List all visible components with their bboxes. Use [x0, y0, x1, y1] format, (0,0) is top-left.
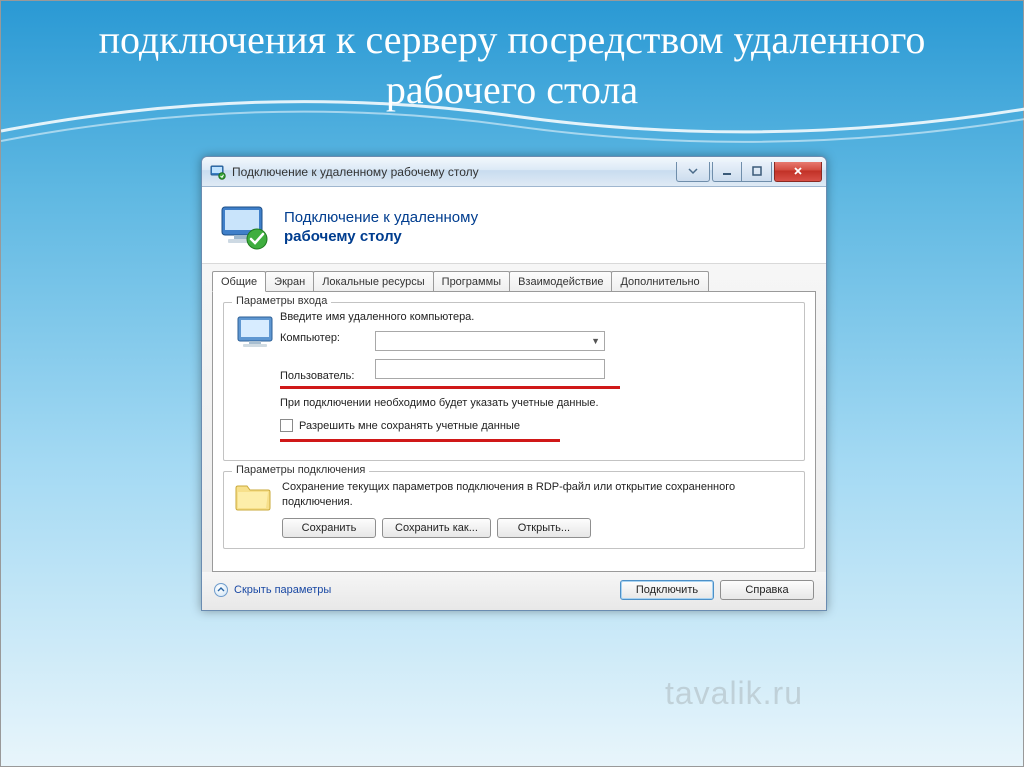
- close-button[interactable]: [774, 162, 822, 182]
- hide-params-link[interactable]: Скрыть параметры: [214, 583, 331, 597]
- rdp-logo-icon: [218, 201, 270, 253]
- maximize-button[interactable]: [742, 162, 772, 182]
- chevron-down-icon: ▼: [591, 336, 600, 346]
- remember-label: Разрешить мне сохранять учетные данные: [299, 420, 520, 432]
- close-icon: [791, 165, 805, 177]
- header-text: Подключение к удаленному рабочему столу: [284, 208, 478, 247]
- user-input[interactable]: [375, 359, 605, 379]
- save-as-button[interactable]: Сохранить как...: [382, 518, 491, 538]
- computer-combobox[interactable]: ▼: [375, 331, 605, 351]
- connection-legend: Параметры подключения: [232, 464, 369, 476]
- tab-body-general: Параметры входа Введите имя удаленного: [212, 291, 816, 572]
- header-line2: рабочему столу: [284, 227, 478, 247]
- computer-label: Компьютер:: [280, 332, 372, 344]
- slide-title: подключения к серверу посредством удален…: [42, 15, 982, 115]
- user-label: Пользователь:: [280, 370, 372, 382]
- maximize-icon: [751, 165, 763, 177]
- tab-general[interactable]: Общие: [212, 271, 266, 292]
- window-controls: [674, 162, 822, 182]
- login-fieldset: Параметры входа Введите имя удаленного: [223, 302, 805, 461]
- footer-bar: Скрыть параметры Подключить Справка: [202, 572, 826, 610]
- login-hint: При подключении необходимо будет указать…: [280, 397, 794, 409]
- pin-button[interactable]: [676, 162, 710, 182]
- chevron-down-icon: [687, 165, 699, 177]
- collapse-arrow-icon: [214, 583, 228, 597]
- connection-fieldset: Параметры подключения Сохранение текущих…: [223, 471, 805, 549]
- minimize-button[interactable]: [712, 162, 742, 182]
- connect-button[interactable]: Подключить: [620, 580, 714, 600]
- tab-display[interactable]: Экран: [265, 271, 314, 292]
- checkbox-icon: [280, 419, 293, 432]
- slide-background: подключения к серверу посредством удален…: [0, 0, 1024, 767]
- rdp-window: Подключение к удаленному рабочему столу: [201, 156, 827, 611]
- hide-params-label: Скрыть параметры: [234, 584, 331, 596]
- tab-advanced[interactable]: Дополнительно: [611, 271, 708, 292]
- client-area: Общие Экран Локальные ресурсы Программы …: [202, 264, 826, 572]
- computer-icon: [234, 311, 280, 450]
- save-button[interactable]: Сохранить: [282, 518, 376, 538]
- tab-local-resources[interactable]: Локальные ресурсы: [313, 271, 433, 292]
- app-icon: [210, 164, 226, 180]
- titlebar[interactable]: Подключение к удаленному рабочему столу: [202, 157, 826, 187]
- open-button[interactable]: Открыть...: [497, 518, 591, 538]
- watermark: tavalik.ru: [665, 675, 803, 712]
- tab-programs[interactable]: Программы: [433, 271, 510, 292]
- folder-icon: [234, 480, 272, 512]
- login-intro: Введите имя удаленного компьютера.: [280, 311, 794, 323]
- remember-checkbox[interactable]: Разрешить мне сохранять учетные данные: [280, 419, 520, 432]
- help-button[interactable]: Справка: [720, 580, 814, 600]
- header-panel: Подключение к удаленному рабочему столу: [202, 187, 826, 264]
- connection-text: Сохранение текущих параметров подключени…: [282, 480, 794, 510]
- tab-strip: Общие Экран Локальные ресурсы Программы …: [212, 271, 816, 292]
- login-legend: Параметры входа: [232, 295, 331, 307]
- tab-experience[interactable]: Взаимодействие: [509, 271, 612, 292]
- header-line1: Подключение к удаленному: [284, 208, 478, 228]
- minimize-icon: [721, 165, 733, 177]
- window-title: Подключение к удаленному рабочему столу: [232, 165, 674, 179]
